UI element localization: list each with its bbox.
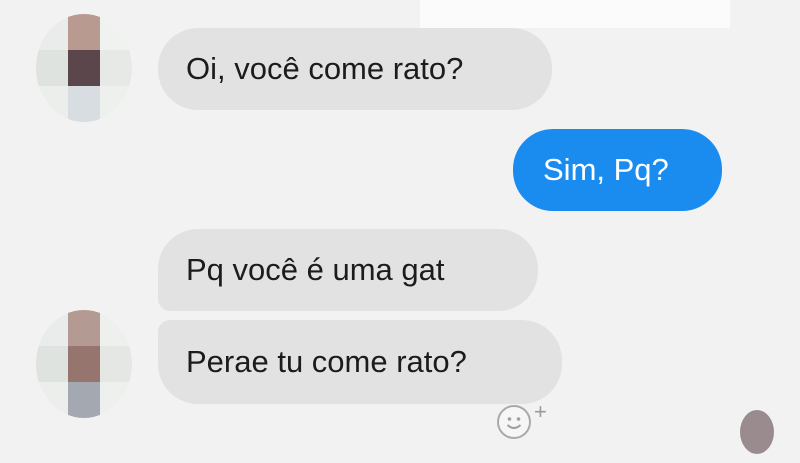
incoming-message-bubble[interactable]: Perae tu come rato? bbox=[158, 320, 562, 404]
outgoing-message-bubble[interactable]: Sim, Pq? bbox=[513, 129, 722, 211]
top-bar-patch bbox=[420, 0, 730, 28]
message-text: Oi, você come rato? bbox=[186, 51, 464, 86]
contact-avatar[interactable] bbox=[36, 310, 132, 418]
message-text: Perae tu come rato? bbox=[186, 344, 467, 379]
seen-avatar bbox=[740, 410, 774, 454]
add-reaction-button[interactable]: + bbox=[497, 399, 557, 441]
chat-screen: Oi, você come rato? Sim, Pq? Pq você é u… bbox=[0, 0, 800, 463]
message-text: Sim, Pq? bbox=[543, 152, 669, 187]
emoji-add-icon bbox=[497, 405, 531, 439]
incoming-message-bubble[interactable]: Oi, você come rato? bbox=[158, 28, 552, 110]
plus-icon: + bbox=[534, 399, 547, 424]
contact-avatar[interactable] bbox=[36, 14, 132, 122]
message-text: Pq você é uma gat bbox=[186, 252, 445, 287]
incoming-message-bubble[interactable]: Pq você é uma gat bbox=[158, 229, 538, 311]
